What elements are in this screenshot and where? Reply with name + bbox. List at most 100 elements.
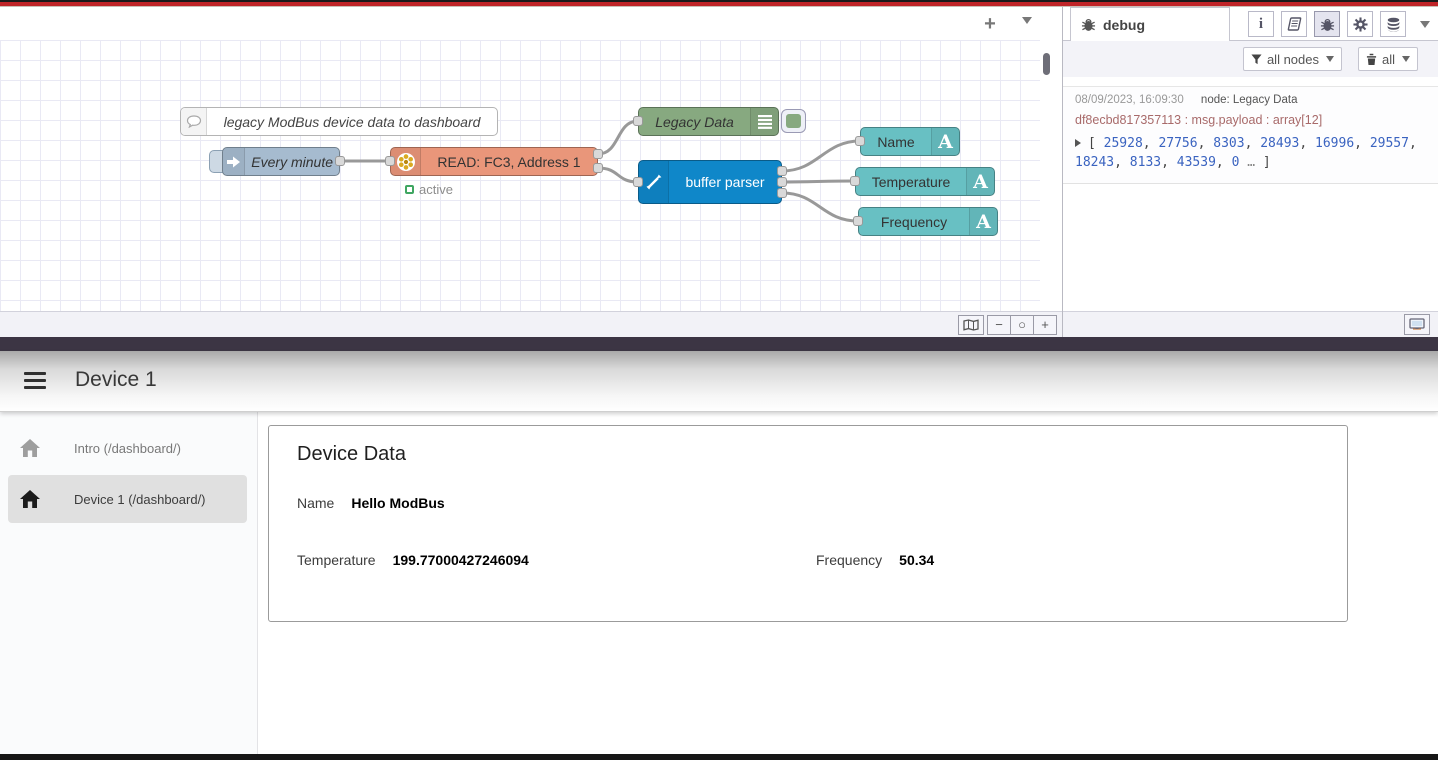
modbus-icon xyxy=(391,148,421,175)
dashboard-title: Device 1 xyxy=(75,368,157,392)
inject-label: Every minute xyxy=(245,154,339,170)
debug-tab-button[interactable] xyxy=(1314,11,1340,37)
sidebar-menu-caret-icon[interactable] xyxy=(1420,21,1430,28)
dashboard-content: Device Data NameHello ModBus Temperature… xyxy=(259,412,1438,754)
debug-sidebar: debug i xyxy=(1062,7,1438,337)
sidebar-tabbar: debug i xyxy=(1063,7,1438,41)
open-debug-window-button[interactable] xyxy=(1404,314,1430,335)
parser-input-port[interactable] xyxy=(633,177,643,187)
wire[interactable] xyxy=(782,193,858,221)
dashboard-body: Intro (/dashboard/) Device 1 (/dashboard… xyxy=(0,412,1438,754)
help-tab-button[interactable] xyxy=(1281,11,1307,37)
ui-text-node-temperature[interactable]: Temperature A xyxy=(855,167,995,196)
wire[interactable] xyxy=(782,181,855,182)
sidebar-footer xyxy=(1063,311,1438,337)
home-icon xyxy=(20,439,40,457)
parser-output-port-1[interactable] xyxy=(777,166,787,176)
comment-node[interactable]: legacy ModBus device data to dashboard xyxy=(180,107,498,136)
field-temperature: Temperature 199.77000427246094 xyxy=(297,552,529,568)
buffer-parser-node[interactable]: buffer parser xyxy=(638,160,782,204)
field-value: 50.34 xyxy=(899,552,934,568)
caret-down-icon xyxy=(1326,56,1334,62)
text-widget-icon: A xyxy=(931,128,959,155)
filter-nodes-button[interactable]: all nodes xyxy=(1243,47,1342,71)
window-separator-bar xyxy=(0,337,1438,351)
parser-output-port-2[interactable] xyxy=(777,177,787,187)
context-data-tab-button[interactable] xyxy=(1380,11,1406,37)
zoom-reset-button[interactable]: ○ xyxy=(1010,315,1034,335)
zoom-out-button[interactable]: − xyxy=(987,315,1011,335)
debug-sidebar-node[interactable]: Legacy Data xyxy=(638,107,779,136)
status-text: active xyxy=(419,182,453,197)
sidebar-item-label: Intro (/dashboard/) xyxy=(74,441,181,456)
text-widget-icon: A xyxy=(966,168,994,195)
workspace-scrollbar[interactable] xyxy=(1040,40,1062,311)
window-top-edge xyxy=(0,0,1438,7)
parser-output-port-3[interactable] xyxy=(777,188,787,198)
home-icon xyxy=(20,490,40,508)
ui-node-label: Temperature xyxy=(856,174,966,190)
wire[interactable] xyxy=(598,168,638,182)
workspace-tabbar: + xyxy=(0,7,1040,40)
ui-text-node-name[interactable]: Name A xyxy=(860,127,960,156)
ui-name-input-port[interactable] xyxy=(855,136,865,146)
debug-payload: [ 25928, 27756, 8303, 28493, 16996, 2955… xyxy=(1075,135,1426,173)
status-ring-icon xyxy=(405,185,414,194)
wire[interactable] xyxy=(782,141,860,171)
debug-message[interactable]: 08/09/2023, 16:09:30 node: Legacy Data d… xyxy=(1063,86,1438,184)
screen: + xyxy=(0,0,1438,760)
workspace-footer: − ○ + xyxy=(0,311,1062,337)
info-tab-button[interactable]: i xyxy=(1248,11,1274,37)
bug-icon xyxy=(1081,17,1096,32)
comment-label: legacy ModBus device data to dashboard xyxy=(207,114,497,130)
field-label: Frequency xyxy=(816,552,882,568)
modbus-label: READ: FC3, Address 1 xyxy=(421,154,597,170)
field-label: Name xyxy=(297,495,334,511)
add-flow-button[interactable]: + xyxy=(978,12,1002,36)
inject-output-port[interactable] xyxy=(335,156,345,166)
buffer-parser-icon xyxy=(639,161,669,203)
flow-list-caret-icon[interactable] xyxy=(1022,17,1032,24)
ui-node-label: Frequency xyxy=(859,214,969,230)
ui-temperature-input-port[interactable] xyxy=(850,176,860,186)
debug-message-meta: 08/09/2023, 16:09:30 node: Legacy Data xyxy=(1075,94,1426,106)
field-value: 199.77000427246094 xyxy=(393,552,529,568)
debug-payload-array: [ 25928, 27756, 8303, 28493, 16996, 2955… xyxy=(1075,136,1417,170)
scrollbar-thumb[interactable] xyxy=(1043,53,1050,75)
comment-icon xyxy=(181,108,207,135)
debug-enable-toggle[interactable] xyxy=(781,109,806,133)
clear-label: all xyxy=(1382,52,1395,67)
clear-messages-button[interactable]: all xyxy=(1358,47,1418,71)
modbus-input-port[interactable] xyxy=(385,156,395,166)
nodered-dashboard: Device 1 Intro (/dashboard/) Device 1 (/… xyxy=(0,351,1438,754)
navigator-map-button[interactable] xyxy=(958,315,984,335)
wire[interactable] xyxy=(598,121,638,154)
message-timestamp: 08/09/2023, 16:09:30 xyxy=(1075,94,1184,106)
menu-toggle-icon[interactable] xyxy=(24,372,46,389)
ui-text-node-frequency[interactable]: Frequency A xyxy=(858,207,998,236)
config-tab-button[interactable] xyxy=(1347,11,1373,37)
message-source-node: node: Legacy Data xyxy=(1201,94,1298,106)
inject-node[interactable]: Every minute xyxy=(222,147,340,176)
modbus-output-port-2[interactable] xyxy=(593,163,603,173)
tab-debug[interactable]: debug xyxy=(1070,7,1230,41)
modbus-read-node[interactable]: READ: FC3, Address 1 xyxy=(390,147,598,176)
zoom-in-button[interactable]: + xyxy=(1033,315,1057,335)
modbus-output-port-1[interactable] xyxy=(593,149,603,159)
nodered-editor: + xyxy=(0,7,1438,337)
expand-arrow-icon[interactable] xyxy=(1075,139,1081,147)
flow-workspace: + xyxy=(0,7,1040,337)
sidebar-item-intro[interactable]: Intro (/dashboard/) xyxy=(8,425,247,471)
sidebar-item-device1[interactable]: Device 1 (/dashboard/) xyxy=(8,475,247,523)
sidebar-item-label: Device 1 (/dashboard/) xyxy=(74,492,206,507)
trash-icon xyxy=(1366,53,1377,65)
field-frequency: Frequency 50.34 xyxy=(816,552,934,568)
dashboard-sidebar: Intro (/dashboard/) Device 1 (/dashboard… xyxy=(0,412,258,754)
field-value: Hello ModBus xyxy=(351,495,444,511)
debug-toolbar: all nodes all xyxy=(1063,41,1438,77)
ui-frequency-input-port[interactable] xyxy=(853,216,863,226)
message-property-path: df8ecbd817357113 : msg.payload : array[1… xyxy=(1075,113,1426,127)
zoom-controls: − ○ + xyxy=(988,315,1057,335)
debug-node-input-port[interactable] xyxy=(633,116,643,126)
field-label: Temperature xyxy=(297,552,376,568)
